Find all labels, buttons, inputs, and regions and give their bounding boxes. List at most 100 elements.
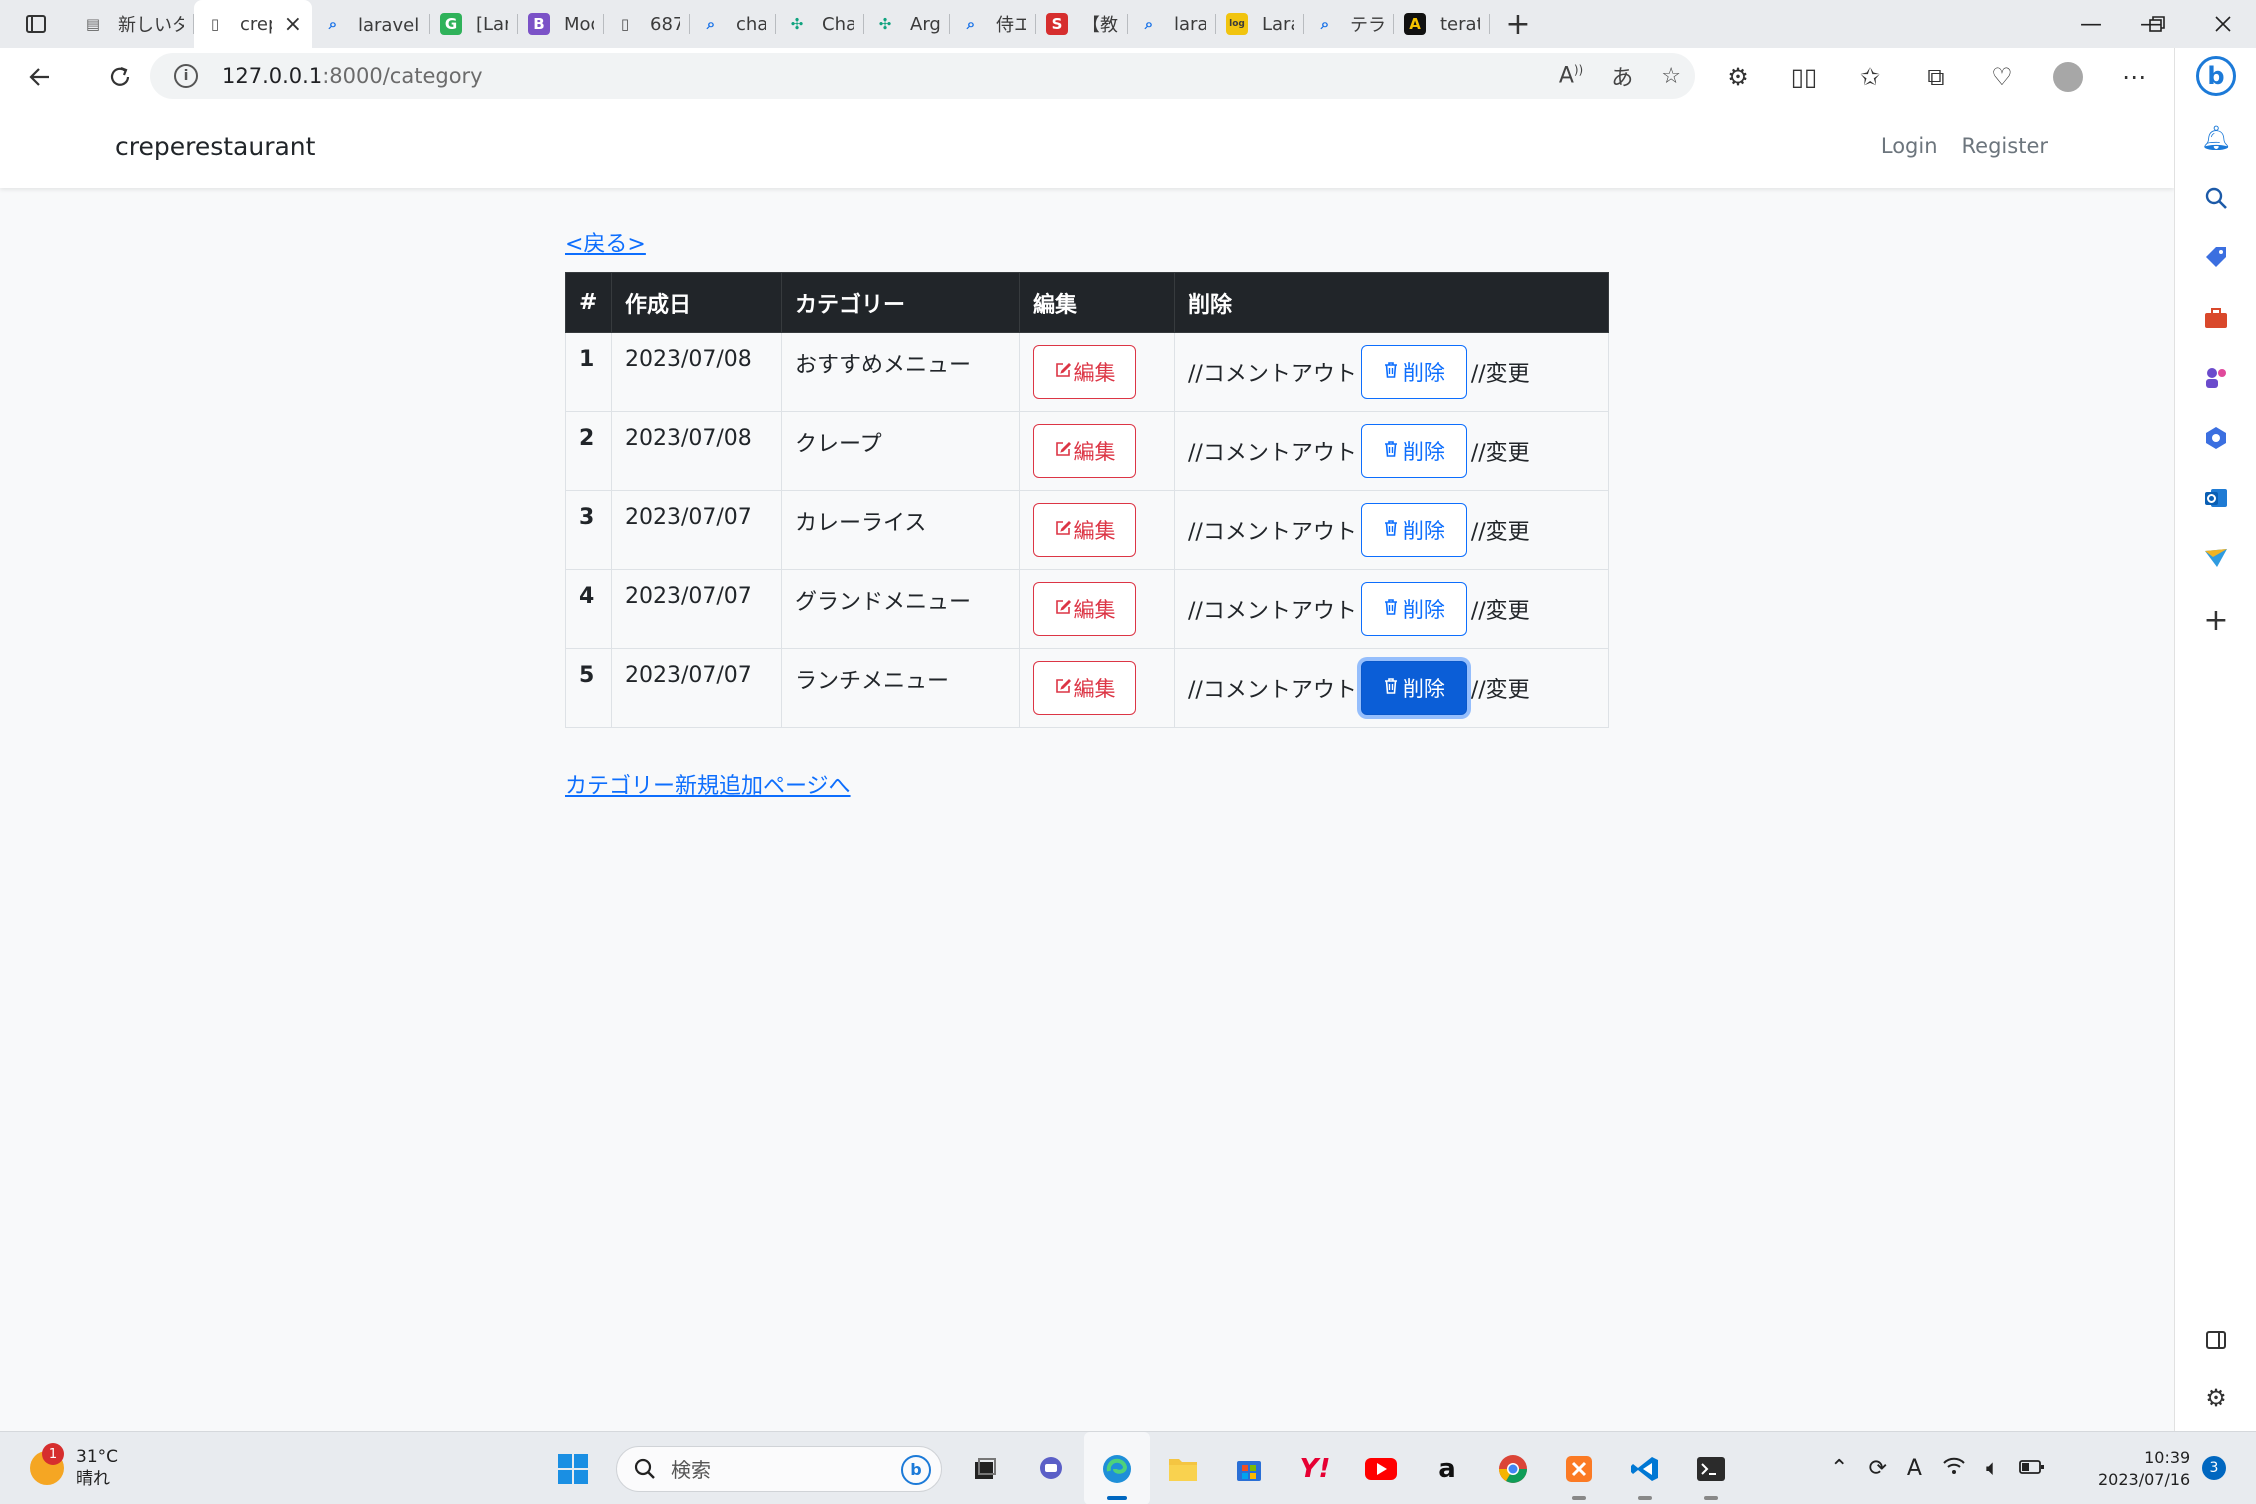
read-aloud-icon[interactable]: A)) (1559, 63, 1583, 88)
copilot-icon[interactable] (2175, 418, 2256, 458)
drop-send-icon[interactable] (2175, 538, 2256, 578)
terminal-icon[interactable] (1678, 1432, 1744, 1504)
chevron-up-icon[interactable]: ⌃ (1830, 1456, 1848, 1481)
extensions-icon[interactable]: ⚙ (1712, 51, 1764, 103)
browser-tab[interactable]: ⌕ テラテイル (1304, 0, 1394, 48)
add-sidebar-app-icon[interactable]: + (2175, 600, 2256, 640)
browser-tab[interactable]: ▯ 6874747 (604, 0, 690, 48)
restore-button[interactable] (2124, 0, 2190, 48)
collections-icon[interactable]: ⧉ (1910, 51, 1962, 103)
delete-button[interactable]: 削除 (1360, 424, 1467, 478)
chatgpt-favicon-icon: ✣ (878, 15, 892, 33)
edge-app-icon[interactable] (1084, 1432, 1150, 1504)
taskbar-search[interactable]: 検索 b (616, 1445, 942, 1492)
tab-actions-button[interactable] (0, 0, 72, 48)
vscode-icon[interactable] (1612, 1432, 1678, 1504)
back-button[interactable] (14, 51, 66, 103)
new-tab-button[interactable]: + (1490, 0, 1546, 48)
weather-desc: 晴れ (76, 1469, 110, 1489)
more-menu-icon[interactable]: ⋯ (2108, 51, 2160, 103)
browser-tab[interactable]: ⌕ 侍エンジニ (950, 0, 1036, 48)
row-id: 2 (565, 411, 612, 491)
delete-button[interactable]: 削除 (1360, 345, 1467, 399)
delete-button[interactable]: 削除 (1360, 661, 1467, 715)
sun-icon: 1 (30, 1443, 64, 1485)
edit-pencil-icon (1054, 360, 1072, 384)
brand-link[interactable]: creperestaurant (115, 132, 315, 161)
chatgpt-favicon-icon: ✣ (790, 15, 804, 33)
address-bar[interactable]: i 127.0.0.1:8000/category A)) あ ☆ (150, 53, 1695, 99)
split-screen-icon[interactable]: ▯▯ (1778, 51, 1830, 103)
wifi-icon[interactable] (1942, 1456, 1966, 1482)
delete-button[interactable]: 削除 (1360, 582, 1467, 636)
games-icon[interactable] (2175, 358, 2256, 398)
outlook-icon[interactable] (2175, 478, 2256, 518)
teams-chat-icon[interactable] (1018, 1432, 1084, 1504)
notification-count-badge[interactable]: 3 (2202, 1456, 2226, 1480)
delete-button-label: 削除 (1402, 677, 1445, 701)
performance-icon[interactable]: ♡ (1976, 51, 2028, 103)
browser-tab[interactable]: ⌕ laravel b (1128, 0, 1216, 48)
clock-time: 10:39 (2144, 1448, 2191, 1467)
reload-button[interactable] (94, 51, 146, 103)
browser-tab[interactable]: log Laravel 9 (1216, 0, 1304, 48)
ime-icon[interactable]: A (1907, 1456, 1922, 1481)
weather-widget[interactable]: 1 31°C 晴れ (30, 1443, 118, 1490)
close-window-button[interactable] (2190, 0, 2256, 48)
battery-icon[interactable] (2019, 1456, 2045, 1481)
profile-avatar[interactable] (2042, 51, 2094, 103)
back-link[interactable]: <戻る> (565, 226, 646, 258)
store-icon[interactable] (1216, 1432, 1282, 1504)
delete-button[interactable]: 削除 (1360, 503, 1467, 557)
notification-bell-icon[interactable]: 🔔︎ (2175, 118, 2256, 158)
edit-button[interactable]: 編集 (1033, 503, 1136, 557)
hide-sidebar-icon[interactable] (2175, 1320, 2256, 1360)
add-category-link[interactable]: カテゴリー新規追加ページへ (565, 768, 851, 800)
tools-briefcase-icon[interactable] (2175, 298, 2256, 338)
row-delete-cell: //コメントアウト 削除 //変更 (1174, 411, 1609, 491)
youtube-icon[interactable] (1348, 1432, 1414, 1504)
favorite-star-icon[interactable]: ☆ (1661, 64, 1681, 89)
sidebar-settings-gear-icon[interactable]: ⚙ (2175, 1378, 2256, 1418)
url-text: 127.0.0.1:8000/category (222, 64, 483, 88)
chrome-icon[interactable] (1480, 1432, 1546, 1504)
tab-label: ChatGPT (822, 13, 854, 35)
clock[interactable]: 10:39 2023/07/16 (2098, 1447, 2190, 1491)
browser-tab[interactable]: ⌕ chat gpt (690, 0, 776, 48)
favorites-icon[interactable]: ✩ (1844, 51, 1896, 103)
translate-icon[interactable]: あ (1611, 60, 1633, 92)
row-edit-cell: 編集 (1019, 569, 1175, 649)
browser-tab[interactable]: ✣ ChatGPT (776, 0, 864, 48)
search-icon[interactable] (2175, 178, 2256, 218)
browser-tab[interactable]: S 【教材】La (1036, 0, 1128, 48)
amazon-icon[interactable]: a (1414, 1432, 1480, 1504)
start-button[interactable] (540, 1432, 606, 1504)
nav-links: Login Register (1881, 134, 2048, 158)
browser-tab[interactable]: B Modal - (518, 0, 604, 48)
edit-button[interactable]: 編集 (1033, 424, 1136, 478)
yahoo-icon[interactable]: Y! (1282, 1432, 1348, 1504)
taskview-icon[interactable] (952, 1432, 1018, 1504)
bing-chat-button[interactable]: b (2175, 56, 2256, 96)
browser-tab[interactable]: ✣ Argumen (864, 0, 950, 48)
edit-button[interactable]: 編集 (1033, 661, 1136, 715)
file-explorer-icon[interactable] (1150, 1432, 1216, 1504)
xampp-icon[interactable] (1546, 1432, 1612, 1504)
edit-button[interactable]: 編集 (1033, 345, 1136, 399)
edit-button[interactable]: 編集 (1033, 582, 1136, 636)
search-icon (634, 1458, 655, 1479)
close-tab-icon[interactable]: × (284, 12, 302, 37)
volume-muted-icon[interactable]: 🔈︎ (1986, 1456, 1999, 1481)
browser-tab[interactable]: ▤ 新しいタブ (72, 0, 194, 48)
browser-tab[interactable]: Ateratail.c (1394, 0, 1490, 48)
sync-icon[interactable]: ⟳ (1868, 1456, 1886, 1481)
site-info-icon[interactable]: i (174, 64, 198, 88)
register-link[interactable]: Register (1962, 134, 2048, 158)
shopping-tag-icon[interactable] (2175, 238, 2256, 278)
browser-tab[interactable]: ⌕ laravel 多 (312, 0, 430, 48)
login-link[interactable]: Login (1881, 134, 1938, 158)
browser-tab[interactable]: G [Larave (430, 0, 518, 48)
trash-icon (1383, 518, 1399, 542)
minimize-icon[interactable]: — (2058, 0, 2124, 48)
browser-tab[interactable]: ▯ crep × (194, 0, 312, 48)
